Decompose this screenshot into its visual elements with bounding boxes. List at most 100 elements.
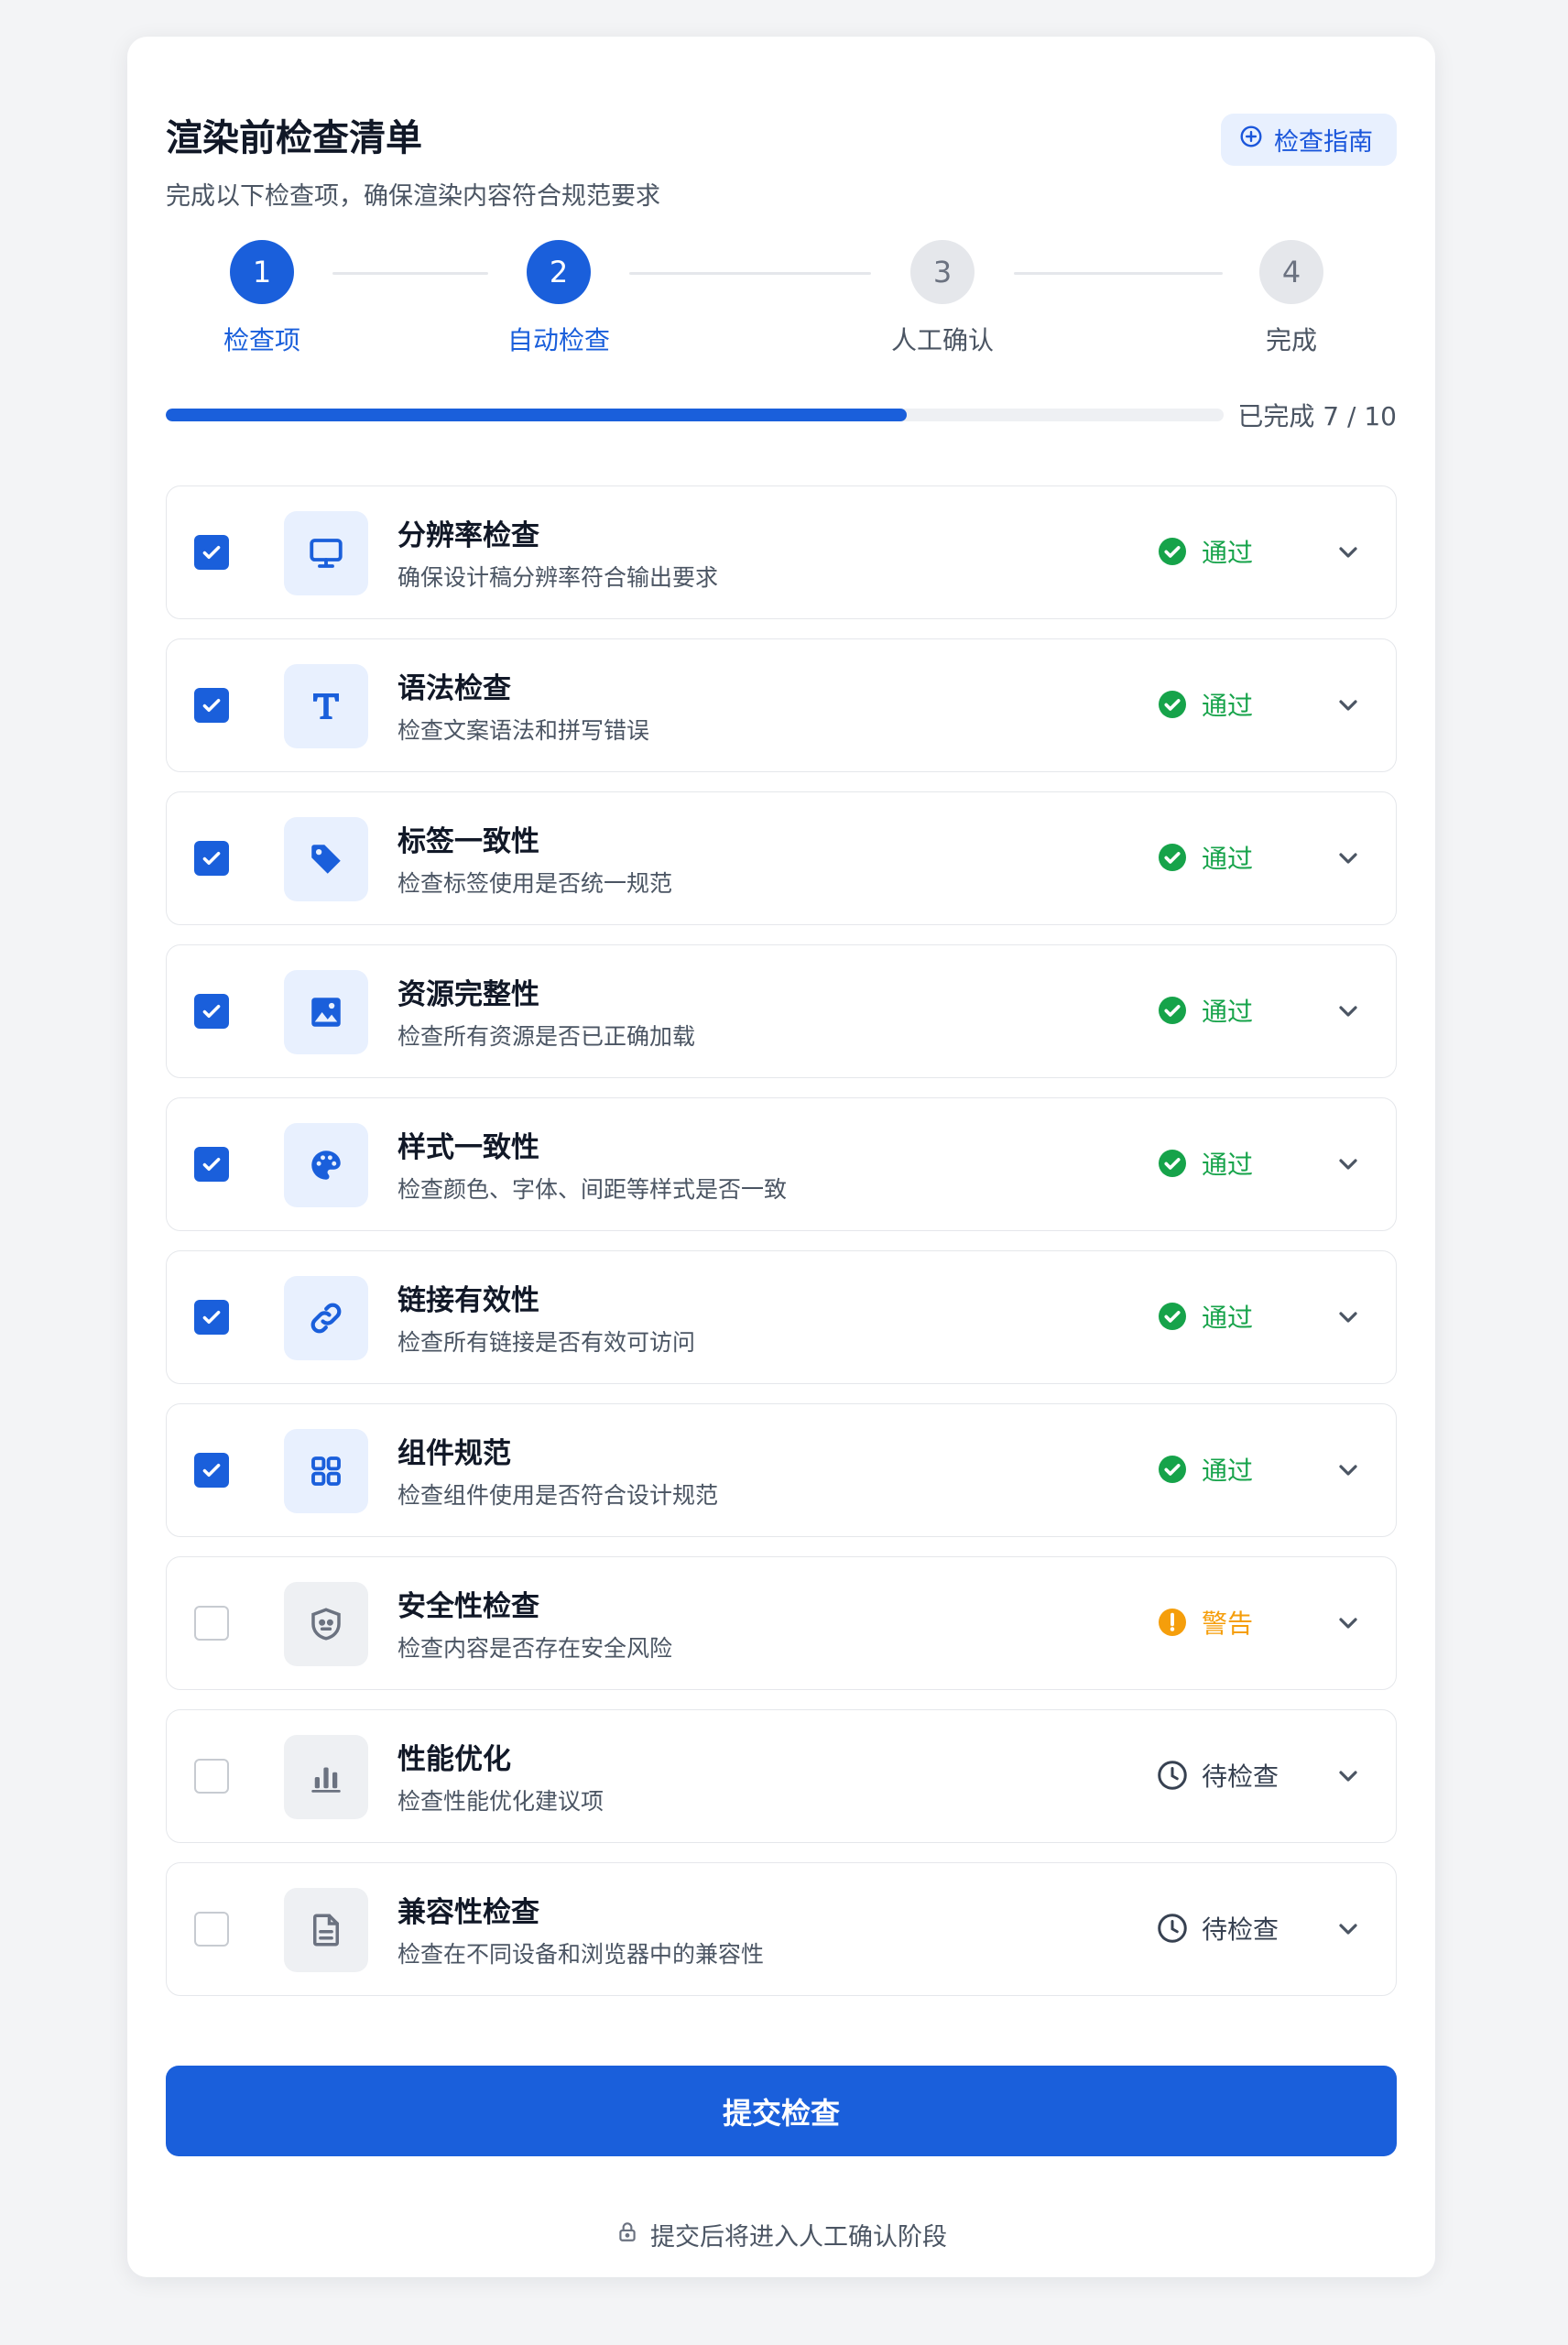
checklist-item[interactable]: 分辨率检查确保设计稿分辨率符合输出要求 通过 [166, 485, 1397, 619]
item-name: 性能优化 [397, 1743, 511, 1776]
step-1[interactable]: 1 检查项 [189, 240, 335, 357]
item-checkbox[interactable] [194, 1453, 229, 1488]
step-label: 自动检查 [506, 325, 610, 355]
item-name: 安全性检查 [397, 1590, 539, 1623]
submit-note-text: 提交后将进入人工确认阶段 [650, 2223, 947, 2252]
step-2[interactable]: 2 自动检查 [485, 240, 632, 357]
item-status: 通过 [1156, 1451, 1253, 1488]
chevron-down-icon[interactable] [1334, 1456, 1363, 1485]
status-label: 通过 [1202, 1150, 1254, 1180]
monitor-icon [284, 511, 368, 595]
step-4[interactable]: 4 完成 [1218, 240, 1365, 357]
item-description: 检查所有资源是否已正确加载 [397, 1023, 696, 1050]
checklist-item[interactable]: 资源完整性检查所有资源是否已正确加载 通过 [166, 944, 1397, 1078]
item-checkbox[interactable] [194, 1147, 229, 1182]
chevron-down-icon[interactable] [1334, 538, 1363, 567]
check-circle-icon [1156, 994, 1189, 1027]
header: 渲染前检查清单 完成以下检查项，确保渲染内容符合规范要求 检查指南 [166, 73, 1397, 211]
step-connector [629, 272, 871, 275]
item-description: 检查所有链接是否有效可访问 [397, 1329, 696, 1356]
check-circle-icon [1156, 1453, 1189, 1486]
item-checkbox[interactable] [194, 688, 229, 723]
chevron-down-icon[interactable] [1334, 844, 1363, 873]
item-name: 资源完整性 [397, 978, 539, 1011]
status-label: 通过 [1202, 997, 1254, 1027]
guide-button-label: 检查指南 [1274, 128, 1373, 157]
chevron-down-icon[interactable] [1334, 691, 1363, 720]
tag-icon [284, 817, 368, 901]
step-label: 完成 [1265, 325, 1317, 355]
status-label: 通过 [1202, 844, 1254, 874]
checklist-item[interactable]: 安全性检查检查内容是否存在安全风险 警告 [166, 1556, 1397, 1690]
item-name: 兼容性检查 [397, 1896, 539, 1929]
item-status: 通过 [1156, 992, 1253, 1029]
checklist-item[interactable]: 兼容性检查 检查在不同设备和浏览器中的兼容性 待检查 [166, 1862, 1397, 1996]
item-status: 通过 [1156, 1145, 1253, 1182]
check-circle-icon [1156, 841, 1189, 874]
checklist-item[interactable]: 性能优化检查性能优化建议项 待检查 [166, 1709, 1397, 1843]
chevron-down-icon[interactable] [1334, 997, 1363, 1026]
progress-fill [166, 409, 907, 421]
plus-circle-icon [1239, 125, 1263, 155]
item-name: 标签一致性 [397, 825, 539, 858]
item-description: 确保设计稿分辨率符合输出要求 [397, 564, 719, 591]
status-label: 待检查 [1202, 1914, 1279, 1945]
item-description: 检查性能优化建议项 [397, 1788, 604, 1815]
chevron-down-icon[interactable] [1334, 1761, 1363, 1791]
checklist-item[interactable]: 标签一致性 检查标签使用是否统一规范 通过 [166, 791, 1397, 925]
item-checkbox[interactable] [194, 535, 229, 570]
lock-icon [615, 2220, 639, 2250]
check-circle-icon [1156, 688, 1189, 721]
checkmark-icon [199, 693, 224, 718]
item-checkbox[interactable] [194, 1912, 229, 1947]
step-number: 2 [527, 240, 591, 304]
item-status: 警告 [1156, 1604, 1253, 1641]
step-number: 1 [230, 240, 294, 304]
item-checkbox[interactable] [194, 841, 229, 876]
item-status: 待检查 [1156, 1910, 1279, 1947]
checklist-item[interactable]: 链接有效性 检查所有链接是否有效可访问 通过 [166, 1250, 1397, 1384]
checklist-card: 渲染前检查清单 完成以下检查项，确保渲染内容符合规范要求 检查指南 1 检查项 … [127, 37, 1435, 2277]
checkmark-icon [199, 1457, 224, 1483]
palette-icon [284, 1123, 368, 1207]
progress-bar [166, 409, 1224, 421]
image-icon [284, 970, 368, 1054]
item-checkbox[interactable] [194, 1606, 229, 1641]
item-name: 组件规范 [397, 1437, 511, 1470]
submit-button[interactable]: 提交检查 [166, 2066, 1397, 2156]
item-description: 检查文案语法和拼写错误 [397, 717, 650, 744]
status-label: 待检查 [1202, 1761, 1279, 1792]
checkmark-icon [199, 540, 224, 565]
checklist-item[interactable]: 语法检查 检查文案语法和拼写错误 通过 [166, 638, 1397, 772]
status-label: 通过 [1202, 1456, 1254, 1486]
chevron-down-icon[interactable] [1334, 1609, 1363, 1638]
status-label: 通过 [1202, 538, 1254, 568]
item-checkbox[interactable] [194, 1759, 229, 1794]
chevron-down-icon[interactable] [1334, 1303, 1363, 1332]
step-connector [332, 272, 488, 275]
chevron-down-icon[interactable] [1334, 1150, 1363, 1179]
item-description: 检查内容是否存在安全风险 [397, 1635, 673, 1662]
item-status: 通过 [1156, 839, 1253, 876]
checklist-item[interactable]: 组件规范 检查组件使用是否符合设计规范 通过 [166, 1403, 1397, 1537]
page-title: 渲染前检查清单 [166, 117, 422, 159]
chevron-down-icon[interactable] [1334, 1914, 1363, 1944]
status-label: 通过 [1202, 691, 1254, 721]
warning-circle-icon [1156, 1606, 1189, 1639]
step-3[interactable]: 3 人工确认 [869, 240, 1016, 357]
check-circle-icon [1156, 1147, 1189, 1180]
checkmark-icon [199, 1151, 224, 1177]
item-name: 分辨率检查 [397, 519, 539, 552]
step-connector [1014, 272, 1223, 275]
item-status: 通过 [1156, 533, 1253, 570]
item-status: 通过 [1156, 1298, 1253, 1335]
check-circle-icon [1156, 535, 1189, 568]
item-description: 检查颜色、字体、间距等样式是否一致 [397, 1176, 788, 1203]
check-circle-icon [1156, 1300, 1189, 1333]
submit-note: 提交后将进入人工确认阶段 [127, 2217, 1435, 2252]
checklist-item[interactable]: 样式一致性 检查颜色、字体、间距等样式是否一致 通过 [166, 1097, 1397, 1231]
item-checkbox[interactable] [194, 1300, 229, 1335]
item-checkbox[interactable] [194, 994, 229, 1029]
bar-chart-icon [284, 1735, 368, 1819]
guide-button[interactable]: 检查指南 [1221, 114, 1397, 166]
